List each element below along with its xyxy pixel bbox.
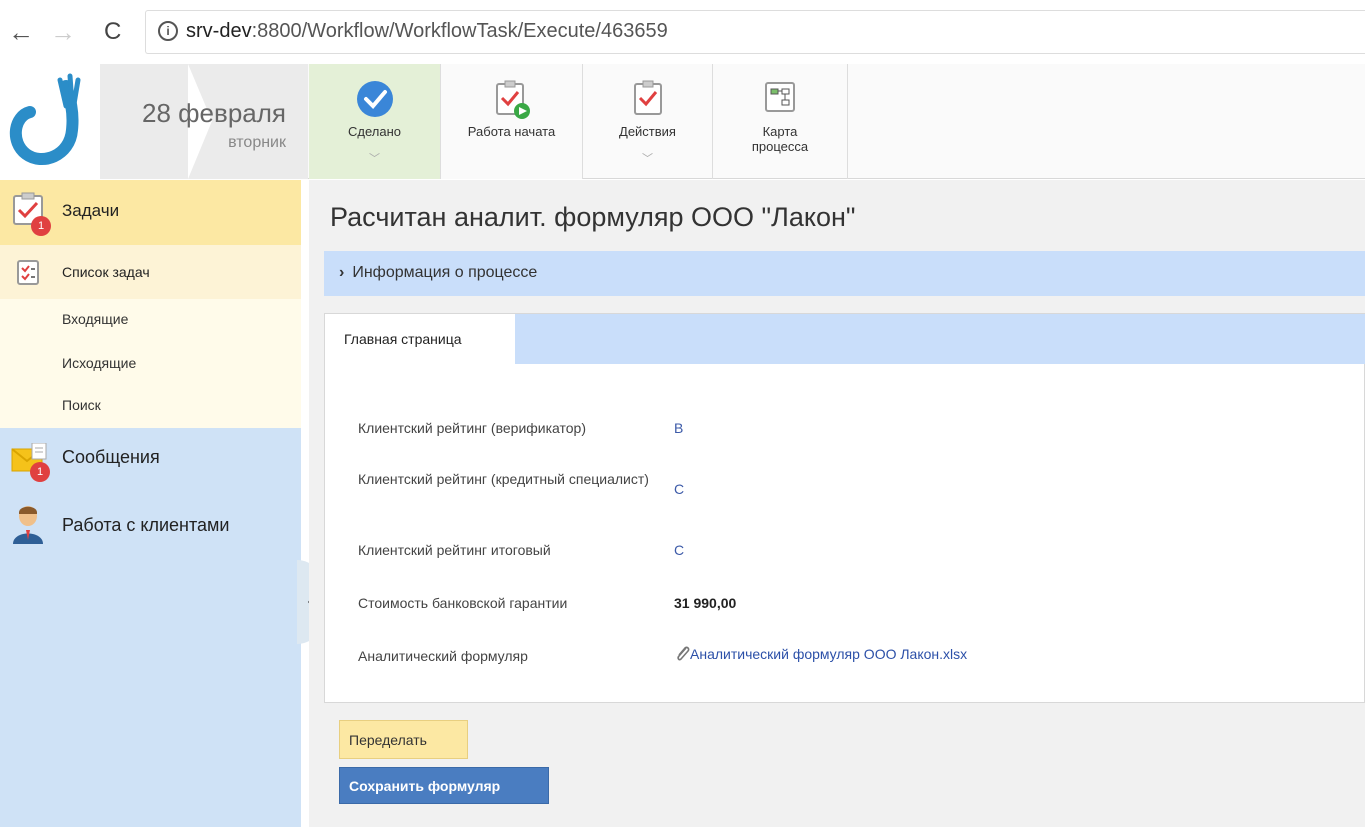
file-link-text: Аналитический формуляр ООО Лакон.xlsx — [690, 646, 968, 662]
back-arrow-icon[interactable]: ← — [8, 18, 34, 46]
field-label-rating-specialist: Клиентский рейтинг (кредитный специалист… — [358, 471, 658, 488]
app-logo[interactable] — [0, 64, 100, 179]
process-map-label-2: процесса — [751, 139, 809, 154]
messages-badge: 1 — [30, 462, 50, 482]
form-panel: Главная страница Клиентский рейтинг (вер… — [324, 313, 1365, 703]
sidebar-item-tasks[interactable]: 1 Задачи — [0, 180, 301, 245]
actions-label: Действия — [619, 124, 676, 139]
field-label-rating-final: Клиентский рейтинг итоговый — [358, 542, 551, 558]
sidebar-item-label: Работа с клиентами — [62, 515, 230, 535]
browser-toolbar: ← → C i srv-dev:8800/Workflow/WorkflowTa… — [0, 0, 1365, 64]
actions-button[interactable]: Действия ﹀ — [583, 64, 713, 179]
process-map-label-1: Карта — [762, 124, 798, 139]
chevron-down-icon[interactable]: ﹀ — [309, 150, 440, 166]
url-path: :8800/Workflow/WorkflowTask/Execute/4636… — [251, 20, 668, 42]
date-day: 28 февраля — [142, 98, 286, 128]
checklist-icon — [17, 260, 39, 285]
done-button-label: Сделано — [348, 124, 401, 139]
date-panel: 28 февраля вторник — [100, 64, 308, 179]
page-title: Расчитан аналит. формуляр ООО "Лакон" — [330, 202, 856, 232]
chevron-down-icon[interactable]: ﹀ — [583, 150, 712, 166]
sidebar-item-label: Сообщения — [62, 447, 160, 467]
sidebar-subitems: Входящие Исходящие Поиск — [0, 299, 301, 428]
process-info-label: › Информация о процессе — [339, 264, 537, 282]
work-started-button[interactable]: Работа начата — [441, 64, 583, 179]
field-value-rating-final: C — [674, 542, 685, 558]
sidebar-item-search[interactable]: Поиск — [62, 397, 101, 413]
analytic-form-file-link[interactable]: Аналитический формуляр ООО Лакон.xlsx — [674, 644, 967, 662]
field-value-rating-specialist: C — [674, 481, 685, 497]
field-label-guarantee-cost: Стоимость банковской гарантии — [358, 595, 568, 611]
clipboard-check-icon — [633, 80, 662, 115]
field-label-analytic-form: Аналитический формуляр — [358, 648, 528, 664]
check-circle-icon — [356, 81, 393, 117]
forward-arrow-icon[interactable]: → — [50, 18, 76, 46]
sidebar: 1 Задачи Список задач Входящие Исходящие… — [0, 180, 301, 827]
process-map-button[interactable]: Карта процесса — [713, 64, 848, 179]
clipboard-play-icon — [495, 80, 530, 119]
field-value-guarantee-cost: 31 990,00 — [674, 595, 737, 611]
process-info-expander[interactable]: › Информация о процессе — [324, 251, 1365, 296]
process-info-text: Информация о процессе — [352, 264, 538, 281]
field-label-text: Клиентский рейтинг (кредитный специалист… — [358, 471, 649, 487]
sidebar-item-label: Список задач — [62, 264, 150, 280]
tasks-badge: 1 — [31, 216, 51, 236]
sidebar-item-task-list[interactable]: Список задач — [0, 245, 301, 299]
save-form-button[interactable]: Сохранить формуляр — [339, 767, 549, 804]
logo-icon — [10, 73, 81, 165]
url-host: srv-dev — [186, 20, 252, 42]
sidebar-item-outgoing[interactable]: Исходящие — [62, 355, 136, 371]
address-bar[interactable]: i srv-dev:8800/Workflow/WorkflowTask/Exe… — [145, 10, 1365, 54]
field-value-rating-verifier: B — [674, 420, 684, 436]
work-started-label: Работа начата — [467, 124, 556, 139]
app-header: 28 февраля вторник Сделано ﹀ Работа нача… — [0, 64, 1365, 179]
done-button[interactable]: Сделано ﹀ — [309, 64, 441, 179]
chevron-right-icon: › — [339, 264, 345, 281]
date-weekday: вторник — [228, 134, 286, 151]
url-text[interactable]: srv-dev:8800/Workflow/WorkflowTask/Execu… — [186, 20, 668, 43]
redo-button[interactable]: Переделать — [339, 720, 468, 759]
sidebar-item-label: Задачи — [62, 201, 120, 220]
main-content: Расчитан аналит. формуляр ООО "Лакон" › И… — [309, 180, 1365, 827]
process-map-icon — [765, 82, 795, 112]
field-label-rating-verifier: Клиентский рейтинг (верификатор) — [358, 420, 586, 436]
sidebar-item-incoming[interactable]: Входящие — [62, 311, 128, 327]
client-person-icon — [13, 506, 43, 544]
process-map-label: Карта процесса — [713, 124, 847, 154]
reload-icon[interactable]: C — [104, 18, 121, 46]
tab-main-page[interactable]: Главная страница — [325, 314, 515, 365]
info-icon[interactable]: i — [158, 21, 178, 41]
paperclip-icon — [677, 646, 690, 661]
